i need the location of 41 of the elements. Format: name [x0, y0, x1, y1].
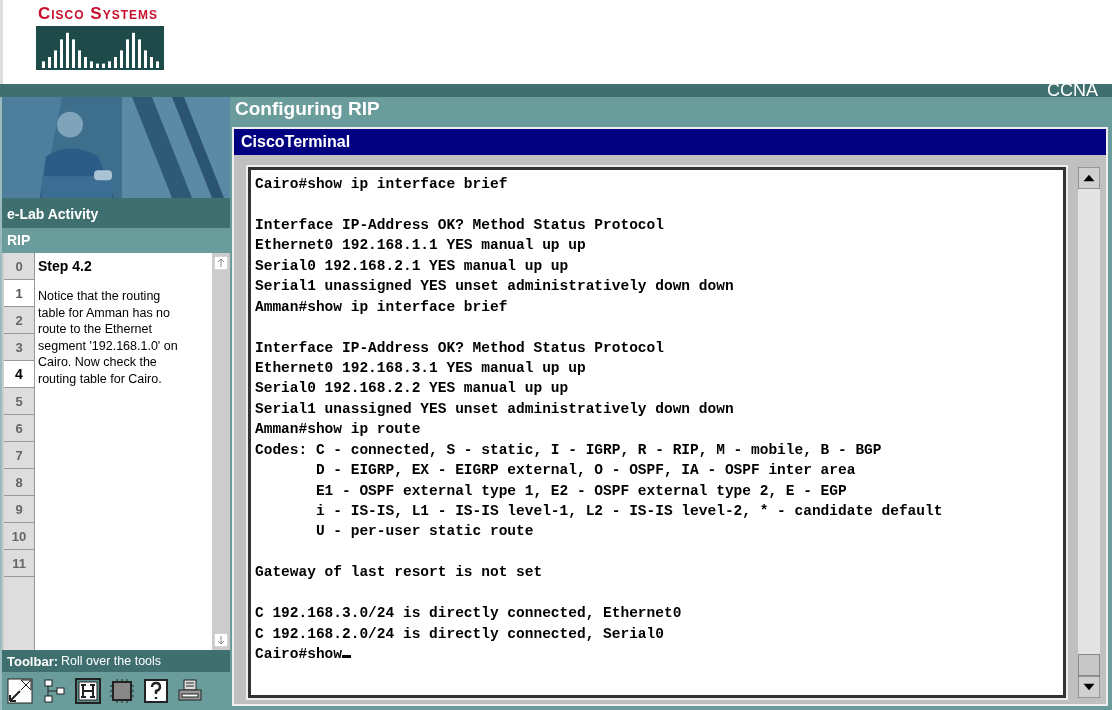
chip-icon[interactable]	[109, 678, 135, 704]
letter-h-icon[interactable]	[75, 678, 101, 704]
section-title: e-Lab Activity	[2, 198, 230, 228]
terminal-line: Serial0 192.168.2.1 YES manual up up	[255, 256, 570, 276]
bridge-logo-icon	[36, 26, 164, 70]
terminal-line: Serial0 192.168.2.2 YES manual up up	[255, 379, 570, 399]
brand-wordmark: Cisco Systems	[38, 4, 160, 24]
terminal-line: Ethernet0 192.168.3.1 YES manual up up	[255, 358, 587, 378]
terminal-line: U - per-user static route	[314, 522, 535, 542]
window-title: CiscoTerminal	[234, 129, 1106, 155]
toolbar-hint: Roll over the tools	[61, 654, 162, 668]
printer-icon[interactable]	[177, 678, 203, 704]
terminal-line: Amman#show ip interface brief	[255, 297, 509, 317]
terminal-line: Serial1 unassigned YES unset administratively down down	[255, 399, 735, 419]
terminal-line: Gateway of last resort is not set	[255, 563, 544, 583]
help-icon[interactable]	[143, 678, 169, 704]
terminal-line: Interface IP-Address OK? Method Status Protocol	[255, 215, 665, 235]
scroll-down-icon[interactable]	[1078, 676, 1100, 698]
scroll-thumb[interactable]	[1078, 654, 1100, 676]
step-tab[interactable]: 1	[4, 280, 34, 307]
step-title: Step 4.2	[38, 258, 93, 274]
terminal-line: Codes: C - connected, S - static, I - IGRP, R - RIP, M - mobile, B - BGP	[255, 440, 883, 460]
scroll-up-icon[interactable]	[1078, 167, 1100, 189]
terminal-line: Amman#show ip route	[255, 420, 422, 440]
terminal-line: C 192.168.2.0/24 is directly connected, Serial0	[255, 624, 665, 644]
scrollbar[interactable]	[1078, 167, 1100, 698]
terminal-line: Cairo#show ip interface brief	[255, 175, 509, 194]
terminal-line: Ethernet0 192.168.1.1 YES manual up up	[255, 236, 587, 256]
topology-icon[interactable]	[41, 678, 67, 704]
step-text: Notice that the routing table for Amman has no route to the Ethernet segment '192.168.1.0' on Cairo. Now check the routing table for Cairo.	[38, 288, 179, 387]
terminal-line: C 192.168.3.0/24 is directly connected, Ethernet0	[255, 604, 683, 624]
terminal-line: E1 - OSPF external type 1, E2 - OSPF external type 2, E - EGP	[314, 481, 848, 501]
terminal-line: Interface IP-Address OK? Method Status Protocol	[255, 338, 665, 358]
expand-icon[interactable]	[7, 678, 33, 704]
terminal-line: Cairo#show	[255, 646, 342, 663]
page-title: Configuring RIP	[234, 97, 381, 121]
terminal-line: D - EIGRP, EX - EIGRP external, O - OSPF, IA - OSPF inter area	[314, 461, 857, 481]
terminal-line: i - IS-IS, L1 - IS-IS level-1, L2 - IS-IS level-2, * - candidate default	[314, 502, 944, 521]
toolbar-label: Toolbar:	[7, 653, 59, 669]
terminal-line: Serial1 unassigned YES unset administratively down down	[255, 277, 735, 297]
step-tab[interactable]: 4	[4, 361, 34, 388]
